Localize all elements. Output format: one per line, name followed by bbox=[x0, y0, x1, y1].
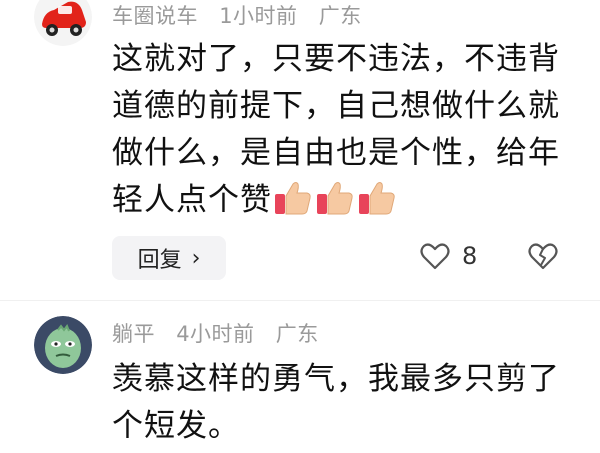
like-count: 8 bbox=[462, 242, 478, 270]
reply-button[interactable]: 回复 › bbox=[112, 236, 226, 280]
divider bbox=[0, 300, 600, 301]
thumbs-up-icon bbox=[359, 182, 395, 215]
thumbs-up-icon bbox=[317, 182, 353, 215]
dislike-button[interactable] bbox=[528, 242, 558, 274]
username[interactable]: 车圈说车 bbox=[112, 4, 198, 28]
avatar[interactable] bbox=[34, 0, 92, 46]
heart-icon bbox=[420, 243, 450, 270]
thumbs-up-emojis bbox=[274, 180, 400, 230]
like-button[interactable]: 8 bbox=[420, 242, 477, 270]
timestamp: 4小时前 bbox=[176, 322, 255, 346]
thumbs-up-icon bbox=[275, 182, 311, 215]
comment-meta: 躺平 4小时前 广东 bbox=[112, 318, 333, 348]
chevron-right-icon: › bbox=[191, 245, 201, 271]
comment-item: 车圈说车 1小时前 广东 这就对了，只要不违法，不违背道德的前提下，自己想做什么… bbox=[0, 0, 600, 300]
timestamp: 1小时前 bbox=[219, 4, 298, 28]
broken-heart-icon bbox=[528, 243, 558, 270]
comment-body: 这就对了，只要不违法，不违背道德的前提下，自己想做什么就做什么，是自由也是个性，… bbox=[112, 36, 572, 230]
avatar[interactable] bbox=[34, 316, 92, 374]
comment-item: 躺平 4小时前 广东 羡慕这样的勇气，我最多只剪了个短发。 bbox=[0, 316, 600, 453]
comment-text: 羡慕这样的勇气，我最多只剪了个短发。 bbox=[112, 361, 560, 444]
green-character-avatar-icon bbox=[34, 316, 92, 374]
reply-label: 回复 bbox=[137, 248, 182, 273]
location: 广东 bbox=[318, 4, 362, 28]
car-avatar-icon bbox=[34, 0, 92, 46]
username[interactable]: 躺平 bbox=[112, 322, 155, 346]
location: 广东 bbox=[275, 322, 319, 346]
comment-body: 羡慕这样的勇气，我最多只剪了个短发。 bbox=[112, 356, 572, 450]
comment-meta: 车圈说车 1小时前 广东 bbox=[112, 0, 376, 30]
